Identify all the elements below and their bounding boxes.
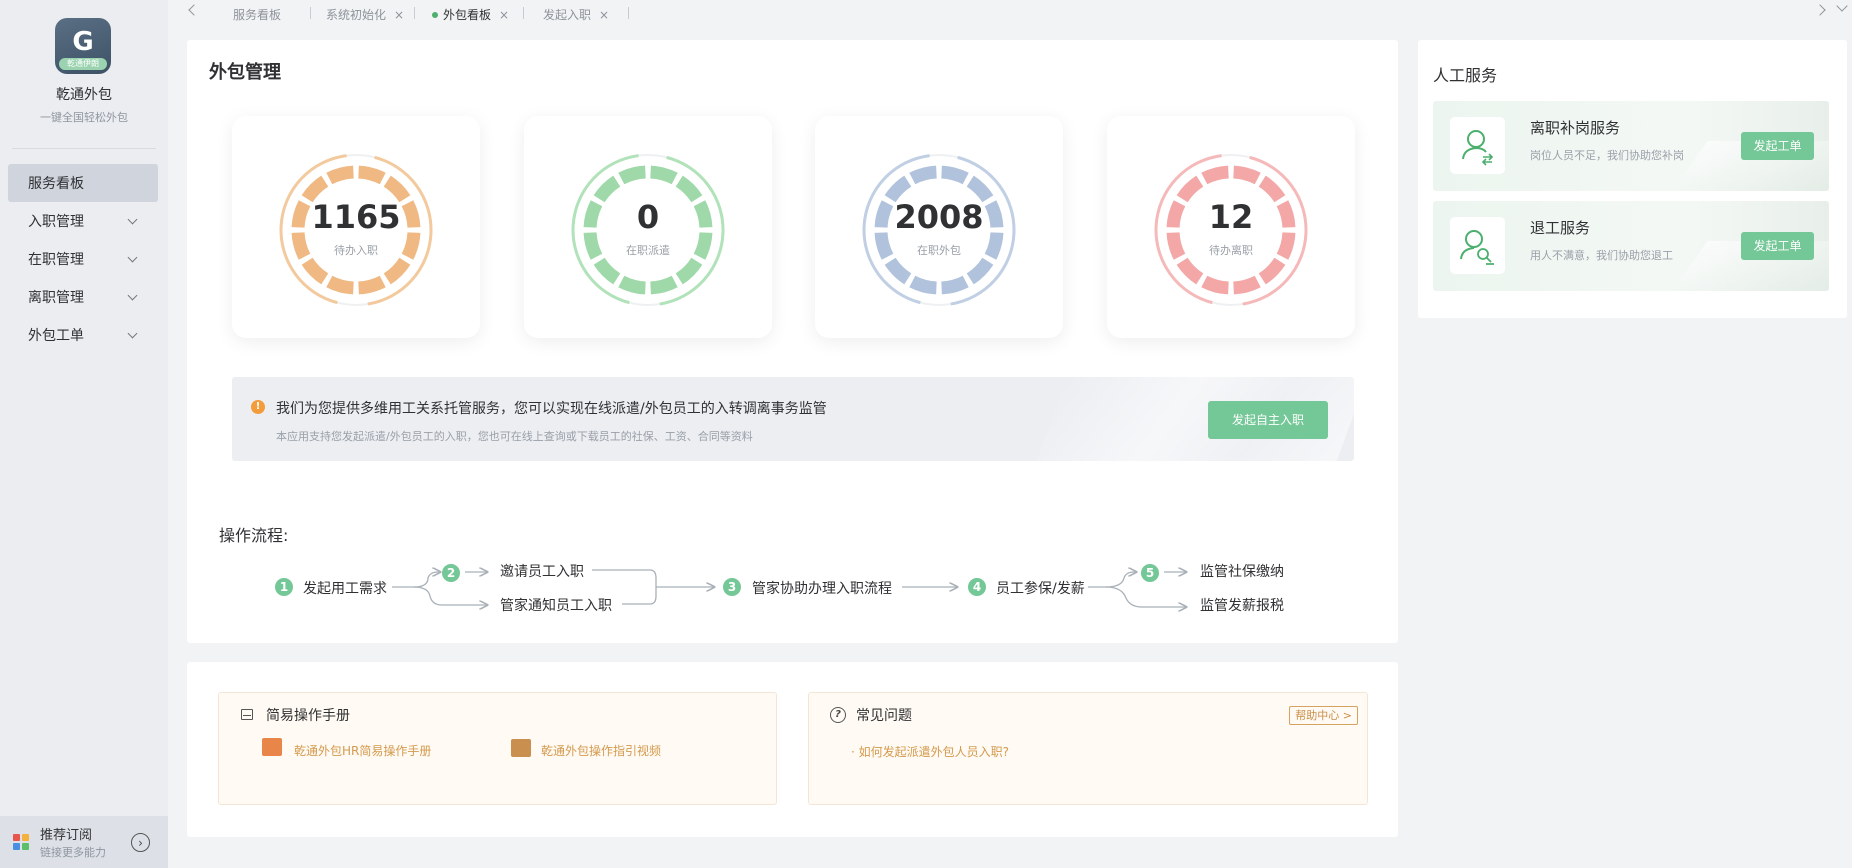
create-ticket-button[interactable]: 发起工单 [1741, 232, 1814, 260]
flow-step-text: 监管发薪报税 [1200, 598, 1284, 614]
manual-services-title: 人工服务 [1433, 66, 1498, 85]
flow-step-text: 管家协助办理入职流程 [752, 581, 892, 597]
create-ticket-button[interactable]: 发起工单 [1741, 132, 1814, 160]
service-name: 离职补岗服务 [1530, 119, 1621, 137]
faq-title: 常见问题 [856, 708, 912, 724]
faq-item[interactable]: · 如何发起派遣外包人员入职? [851, 743, 1009, 760]
flow-step-number: 2 [442, 564, 460, 582]
video-icon [511, 739, 531, 757]
manual-box: 简易操作手册 乾通外包HR简易操作手册 乾通外包操作指引视频 [218, 692, 777, 805]
flow-step-text: 监管社保缴纳 [1200, 564, 1284, 580]
service-desc: 用人不满意，我们协助您退工 [1530, 249, 1673, 262]
flow-step-number: 5 [1141, 564, 1159, 582]
help-center-button[interactable]: 帮助中心 > [1289, 706, 1358, 725]
faq-box: ? 常见问题 帮助中心 > · 如何发起派遣外包人员入职? [808, 692, 1368, 805]
flow-step-text: 发起用工需求 [303, 581, 387, 597]
manual-title: 简易操作手册 [266, 708, 350, 724]
service-desc: 岗位人员不足，我们协助您补岗 [1530, 149, 1684, 162]
flow-step-text: 邀请员工入职 [500, 564, 584, 580]
flow-step-number: 1 [275, 578, 293, 596]
question-circle-icon: ? [830, 707, 846, 723]
flow-step-text: 管家通知员工入职 [500, 598, 612, 614]
service-item-replacement: 离职补岗服务 岗位人员不足，我们协助您补岗 发起工单 [1433, 101, 1829, 191]
manual-services-card: 人工服务 离职补岗服务 岗位人员不足，我们协助您补岗 发起工单 退工服务 用人不… [1418, 40, 1847, 318]
user-swap-icon [1450, 117, 1505, 174]
service-item-termination: 退工服务 用人不满意，我们协助您退工 发起工单 [1433, 201, 1829, 291]
flow-step-text: 员工参保/发薪 [996, 581, 1085, 597]
service-name: 退工服务 [1530, 219, 1591, 237]
word-doc-icon [262, 738, 282, 756]
flow-step-number: 3 [723, 578, 741, 596]
flow-step-number: 4 [968, 578, 986, 596]
user-search-icon [1450, 217, 1505, 274]
video-guide-link[interactable]: 乾通外包操作指引视频 [541, 742, 661, 759]
book-icon [241, 709, 253, 720]
manual-link[interactable]: 乾通外包HR简易操作手册 [294, 742, 431, 759]
